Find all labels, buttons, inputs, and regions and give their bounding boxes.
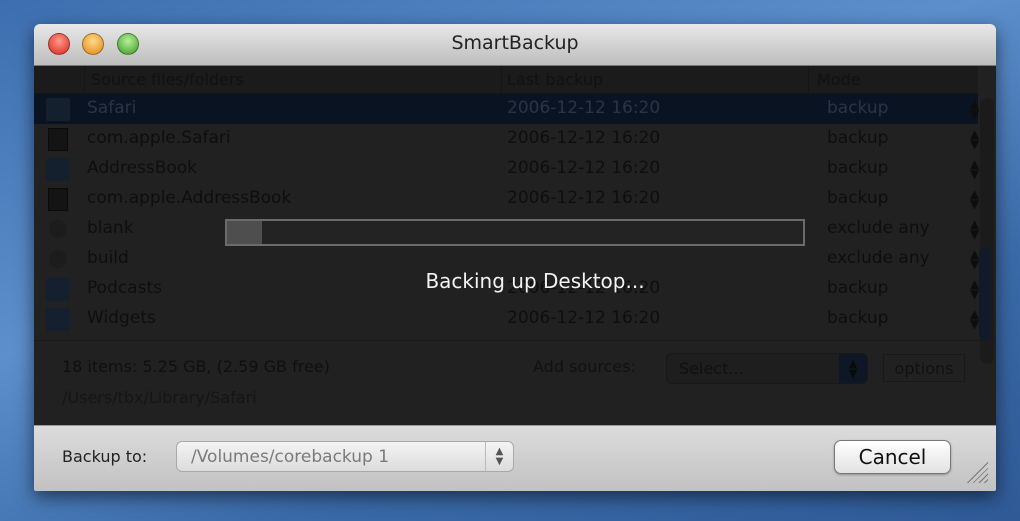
scrollbar[interactable]	[979, 98, 994, 364]
footer: 18 items: 5.25 GB, (2.59 GB free) /Users…	[34, 340, 996, 425]
folder-icon	[46, 158, 70, 181]
mode-stepper-icon[interactable]: ▲ ▼	[970, 158, 979, 180]
selected-path: /Users/tbx/Library/Safari	[62, 388, 257, 407]
row-last-backup: 2006-12-12 16:20	[507, 308, 661, 328]
cancel-button[interactable]: Cancel	[834, 440, 951, 474]
add-sources-label: Add sources:	[533, 357, 636, 376]
row-last-backup: 2006-12-12 16:20	[507, 188, 661, 208]
progress-fill	[227, 221, 262, 244]
row-mode[interactable]: backup	[827, 128, 888, 148]
column-mode[interactable]: Mode	[817, 70, 861, 89]
mode-stepper-icon[interactable]: ▲ ▼	[970, 248, 979, 270]
mode-stepper-icon[interactable]: ▲ ▼	[970, 308, 979, 330]
add-sources-select[interactable]: Select... ▲ ▼	[666, 353, 868, 384]
mode-stepper-icon[interactable]: ▲ ▼	[970, 188, 979, 210]
table-row[interactable]: AddressBook 2006-12-12 16:20 backup ▲ ▼	[34, 154, 979, 184]
progress-bar	[225, 219, 805, 246]
row-name: Safari	[87, 98, 137, 118]
row-mode[interactable]: backup	[827, 158, 888, 178]
title-bar[interactable]: SmartBackup	[34, 24, 996, 66]
minus-icon	[49, 250, 67, 268]
add-sources-value: Select...	[679, 359, 744, 378]
minus-icon	[49, 220, 67, 238]
scrollbar-thumb[interactable]	[979, 248, 991, 340]
table-row[interactable]: Widgets 2006-12-12 16:20 backup ▲ ▼	[34, 304, 979, 334]
options-button[interactable]: options	[883, 354, 965, 382]
row-name: Widgets	[87, 308, 156, 328]
resize-grip-icon[interactable]	[964, 459, 988, 483]
row-name: com.apple.AddressBook	[87, 188, 292, 208]
row-name: com.apple.Safari	[87, 128, 231, 148]
row-mode[interactable]: exclude any	[827, 218, 930, 238]
chevron-updown-icon: ▲ ▼	[485, 442, 513, 471]
row-mode[interactable]: backup	[827, 308, 888, 328]
chevron-updown-icon: ▲ ▼	[839, 354, 867, 383]
backup-to-label: Backup to:	[62, 447, 148, 466]
file-icon	[48, 128, 68, 151]
table-row[interactable]: com.apple.AddressBook 2006-12-12 16:20 b…	[34, 184, 979, 214]
row-name: blank	[87, 218, 134, 238]
content-area: Source files/folders Last backup Mode Sa…	[34, 66, 996, 425]
table-row[interactable]: com.apple.Safari 2006-12-12 16:20 backup…	[34, 124, 979, 154]
mode-stepper-icon[interactable]: ▲ ▼	[970, 218, 979, 240]
row-mode[interactable]: backup	[827, 188, 888, 208]
bottom-bar: Backup to: /Volumes/corebackup 1 ▲ ▼ Cance…	[34, 425, 996, 491]
column-source[interactable]: Source files/folders	[91, 70, 244, 89]
table-row[interactable]: Safari 2006-12-12 16:20 backup ▲ ▼	[34, 94, 979, 124]
backup-to-value: /Volumes/corebackup 1	[191, 447, 390, 467]
window-title: SmartBackup	[451, 32, 579, 54]
folder-icon	[46, 308, 70, 331]
folder-icon	[46, 98, 70, 121]
row-last-backup: 2006-12-12 16:20	[507, 98, 661, 118]
row-name: AddressBook	[87, 158, 198, 178]
row-mode[interactable]: exclude any	[827, 248, 930, 268]
table-header: Source files/folders Last backup Mode	[34, 66, 978, 94]
row-last-backup: 2006-12-12 16:20	[507, 158, 661, 178]
smartbackup-window: SmartBackup Source files/folders Last ba…	[34, 24, 996, 491]
summary-text: 18 items: 5.25 GB, (2.59 GB free)	[62, 357, 330, 376]
row-last-backup: 2006-12-12 16:20	[507, 128, 661, 148]
row-name: build	[87, 248, 129, 268]
backup-to-popup[interactable]: /Volumes/corebackup 1 ▲ ▼	[176, 441, 514, 472]
mode-stepper-icon[interactable]: ▲ ▼	[970, 128, 979, 150]
mode-stepper-icon[interactable]: ▲ ▼	[970, 98, 979, 120]
file-icon	[48, 188, 68, 211]
row-mode[interactable]: backup	[827, 98, 888, 118]
progress-message: Backing up Desktop...	[425, 269, 645, 293]
column-last-backup[interactable]: Last backup	[507, 70, 603, 89]
